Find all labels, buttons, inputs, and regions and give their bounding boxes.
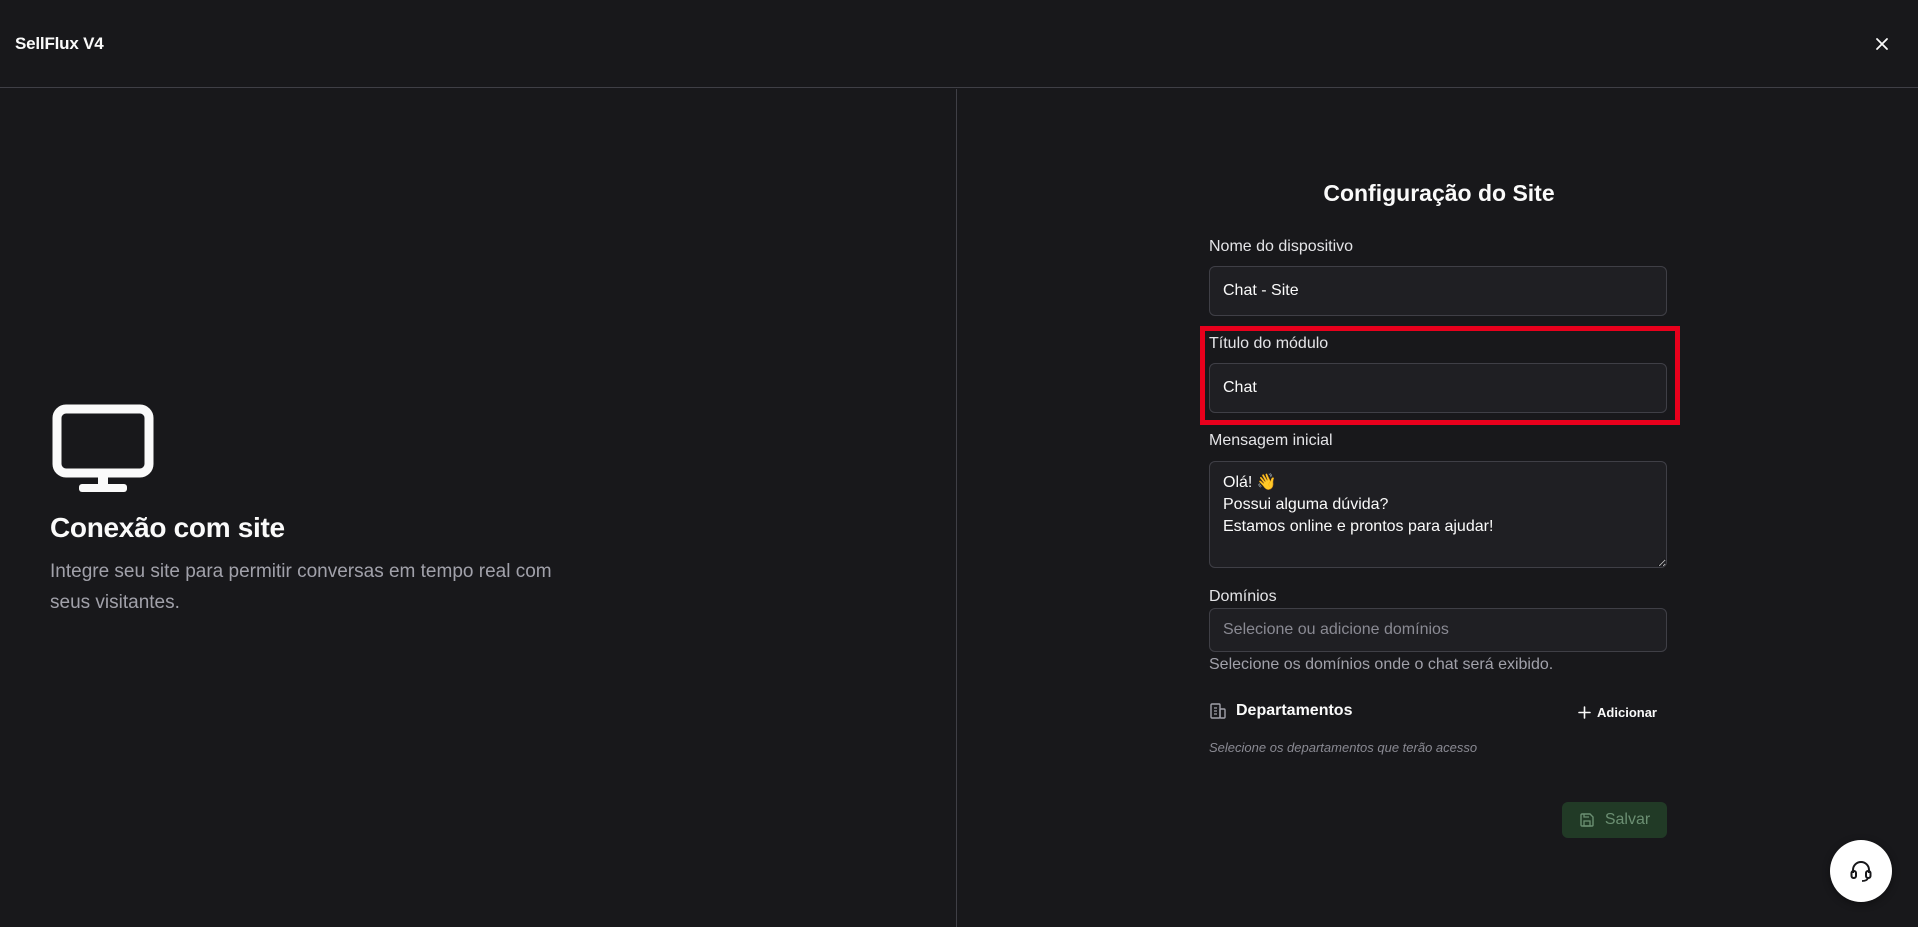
left-panel-description: Integre seu site para permitir conversas…	[50, 561, 552, 613]
save-button[interactable]: Salvar	[1562, 802, 1667, 838]
device-name-label: Nome do dispositivo	[1209, 238, 1354, 255]
add-department-button[interactable]: Adicionar	[1578, 700, 1657, 724]
save-icon	[1580, 813, 1594, 827]
domains-label: Domínios	[1209, 588, 1277, 605]
monitor-icon	[52, 404, 154, 492]
initial-message-label: Mensagem inicial	[1209, 432, 1333, 449]
departments-header: Departamentos Adicionar	[1209, 700, 1667, 724]
headset-icon	[1850, 861, 1872, 882]
module-title-label: Título do módulo	[1209, 335, 1329, 352]
domains-hint: Selecione os domínios onde o chat será e…	[1209, 656, 1554, 673]
departments-hint: Selecione os departamentos que terão ace…	[1209, 740, 1478, 755]
device-name-input[interactable]	[1209, 266, 1667, 316]
left-panel-title: Conexão com site	[50, 512, 285, 543]
close-icon	[1876, 38, 1888, 50]
building-icon	[1210, 703, 1226, 719]
support-button[interactable]	[1830, 840, 1892, 902]
panel-divider	[956, 89, 957, 927]
top-bar: SellFlux V4	[0, 0, 1918, 88]
app-title: SellFlux V4	[15, 34, 104, 53]
close-button[interactable]	[1870, 32, 1894, 56]
module-title-input[interactable]	[1209, 363, 1667, 413]
plus-icon	[1578, 705, 1591, 719]
add-department-label: Adicionar	[1597, 704, 1657, 720]
domains-input[interactable]	[1209, 608, 1667, 652]
departments-title: Departamentos	[1236, 702, 1353, 719]
form-title: Configuração do Site	[1323, 180, 1555, 206]
initial-message-textarea[interactable]	[1209, 461, 1667, 568]
save-label: Salvar	[1604, 811, 1651, 828]
